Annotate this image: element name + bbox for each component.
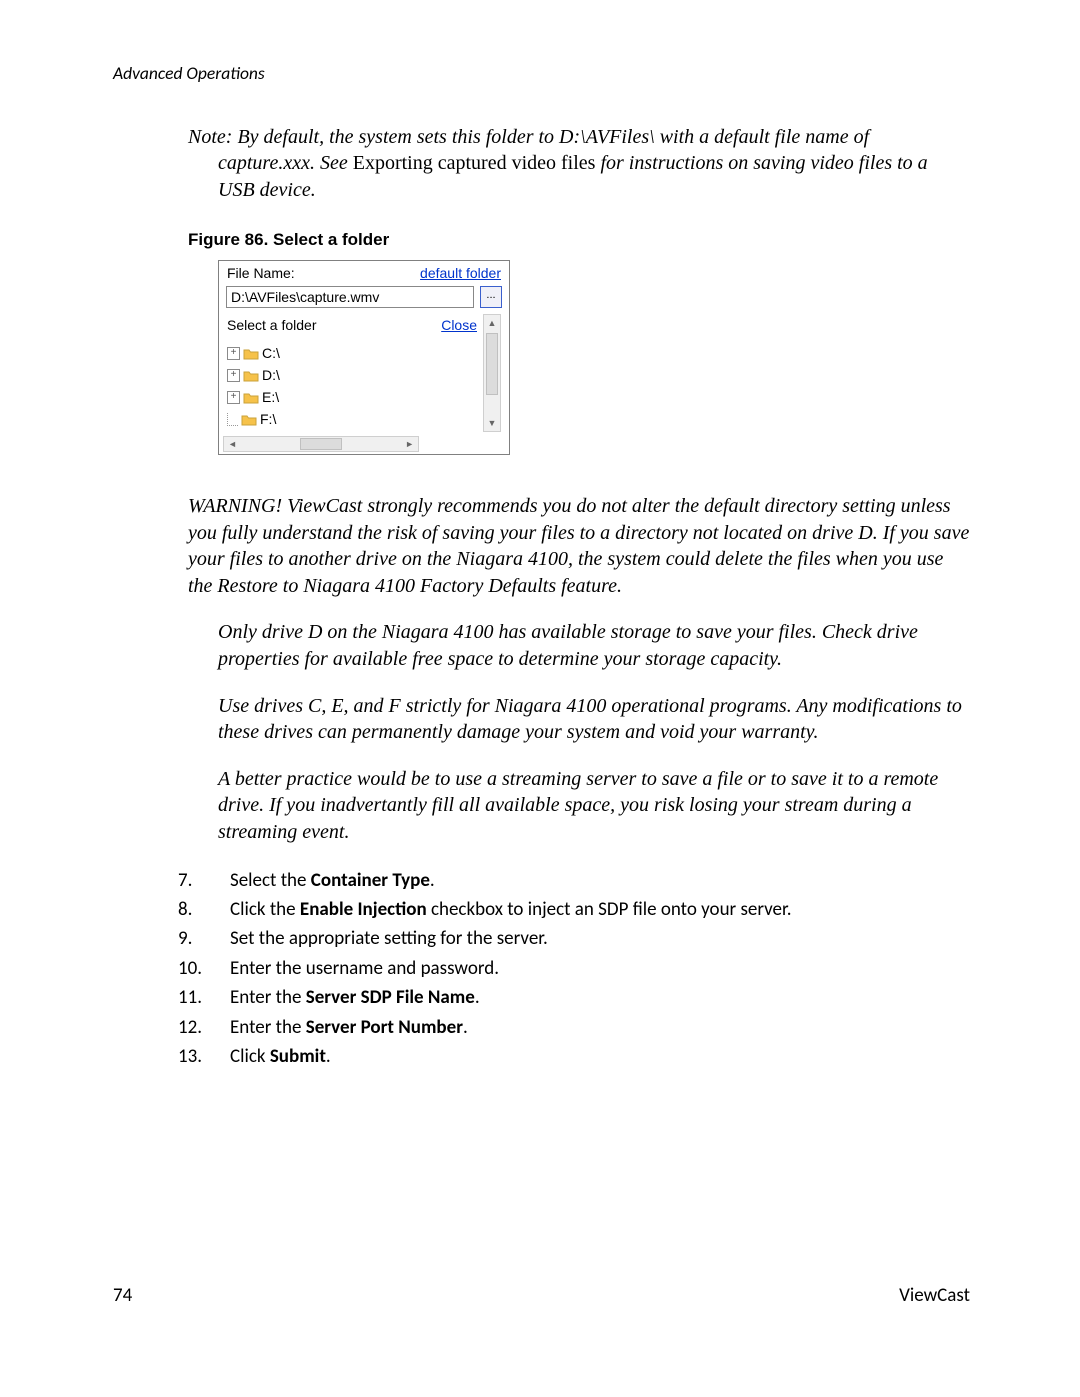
warning-p1: WARNING! ViewCast strongly recommends yo…	[188, 493, 970, 599]
step-item: 7. Select the Container Type.	[178, 866, 970, 895]
scroll-thumb[interactable]	[486, 333, 498, 395]
warning-p2: Only drive D on the Niagara 4100 has ava…	[188, 619, 970, 672]
figure-caption: Figure 86. Select a folder	[188, 229, 970, 252]
step-list: 7. Select the Container Type. 8. Click t…	[178, 866, 970, 1072]
note-text-1: By default, the system sets this folder …	[237, 126, 869, 148]
footer-brand: ViewCast	[899, 1284, 970, 1307]
step-item: 9. Set the appropriate setting for the s…	[178, 924, 970, 953]
step-number: 12.	[178, 1013, 212, 1042]
drive-item[interactable]: + C:\	[227, 343, 477, 365]
scroll-thumb[interactable]	[300, 438, 342, 450]
folder-icon	[243, 391, 259, 404]
folder-icon	[241, 413, 257, 426]
horizontal-scrollbar[interactable]: ◄ ►	[223, 436, 419, 452]
step-item: 11. Enter the Server SDP File Name.	[178, 983, 970, 1012]
step-number: 9.	[178, 924, 212, 953]
note-text-2b: for instructions on saving video files t…	[595, 152, 927, 174]
step-number: 10.	[178, 954, 212, 983]
vertical-scrollbar[interactable]: ▲ ▼	[483, 314, 501, 432]
drive-label: D:\	[262, 366, 280, 385]
note-text-3: USB device.	[218, 179, 316, 201]
step-number: 13.	[178, 1042, 212, 1071]
drive-item[interactable]: + E:\	[227, 387, 477, 409]
step-number: 7.	[178, 866, 212, 895]
drive-item[interactable]: F:\	[227, 409, 477, 431]
drive-label: F:\	[260, 410, 276, 429]
folder-tree[interactable]: Select a folder Close + C:\ +	[227, 314, 477, 454]
default-folder-link[interactable]: default folder	[420, 264, 501, 283]
drive-label: C:\	[262, 344, 280, 363]
running-header: Advanced Operations	[113, 62, 970, 84]
expand-icon[interactable]: +	[227, 369, 240, 382]
step-number: 8.	[178, 895, 212, 924]
expand-icon[interactable]: +	[227, 391, 240, 404]
warning-block: WARNING! ViewCast strongly recommends yo…	[188, 493, 970, 846]
step-item: 8. Click the Enable Injection checkbox t…	[178, 895, 970, 924]
note-prefix: Note:	[188, 126, 237, 148]
scroll-down-icon[interactable]: ▼	[484, 415, 500, 431]
drive-label: E:\	[262, 388, 279, 407]
scroll-up-icon[interactable]: ▲	[484, 315, 500, 331]
note-link-text: Exporting captured video files	[353, 152, 596, 174]
step-item: 13. Click Submit.	[178, 1042, 970, 1071]
select-folder-label: Select a folder	[227, 316, 317, 335]
browse-button[interactable]: ...	[480, 286, 502, 308]
scroll-left-icon[interactable]: ◄	[228, 438, 237, 450]
select-folder-dialog: File Name: default folder ... Select a f…	[218, 260, 510, 455]
note-paragraph: Note: By default, the system sets this f…	[188, 124, 970, 203]
file-path-input[interactable]	[226, 286, 474, 308]
folder-icon	[243, 369, 259, 382]
close-link[interactable]: Close	[441, 316, 477, 335]
folder-icon	[243, 347, 259, 360]
scroll-right-icon[interactable]: ►	[405, 438, 414, 450]
page-number: 74	[113, 1284, 132, 1307]
step-number: 11.	[178, 983, 212, 1012]
warning-p3: Use drives C, E, and F strictly for Niag…	[188, 693, 970, 746]
expand-icon[interactable]: +	[227, 347, 240, 360]
drive-item[interactable]: + D:\	[227, 365, 477, 387]
note-text-2a: capture.xxx. See	[218, 152, 353, 174]
file-name-label: File Name:	[227, 264, 295, 283]
tree-connector-icon	[227, 413, 238, 426]
step-item: 12. Enter the Server Port Number.	[178, 1013, 970, 1042]
warning-p4: A better practice would be to use a stre…	[188, 766, 970, 846]
step-item: 10. Enter the username and password.	[178, 954, 970, 983]
